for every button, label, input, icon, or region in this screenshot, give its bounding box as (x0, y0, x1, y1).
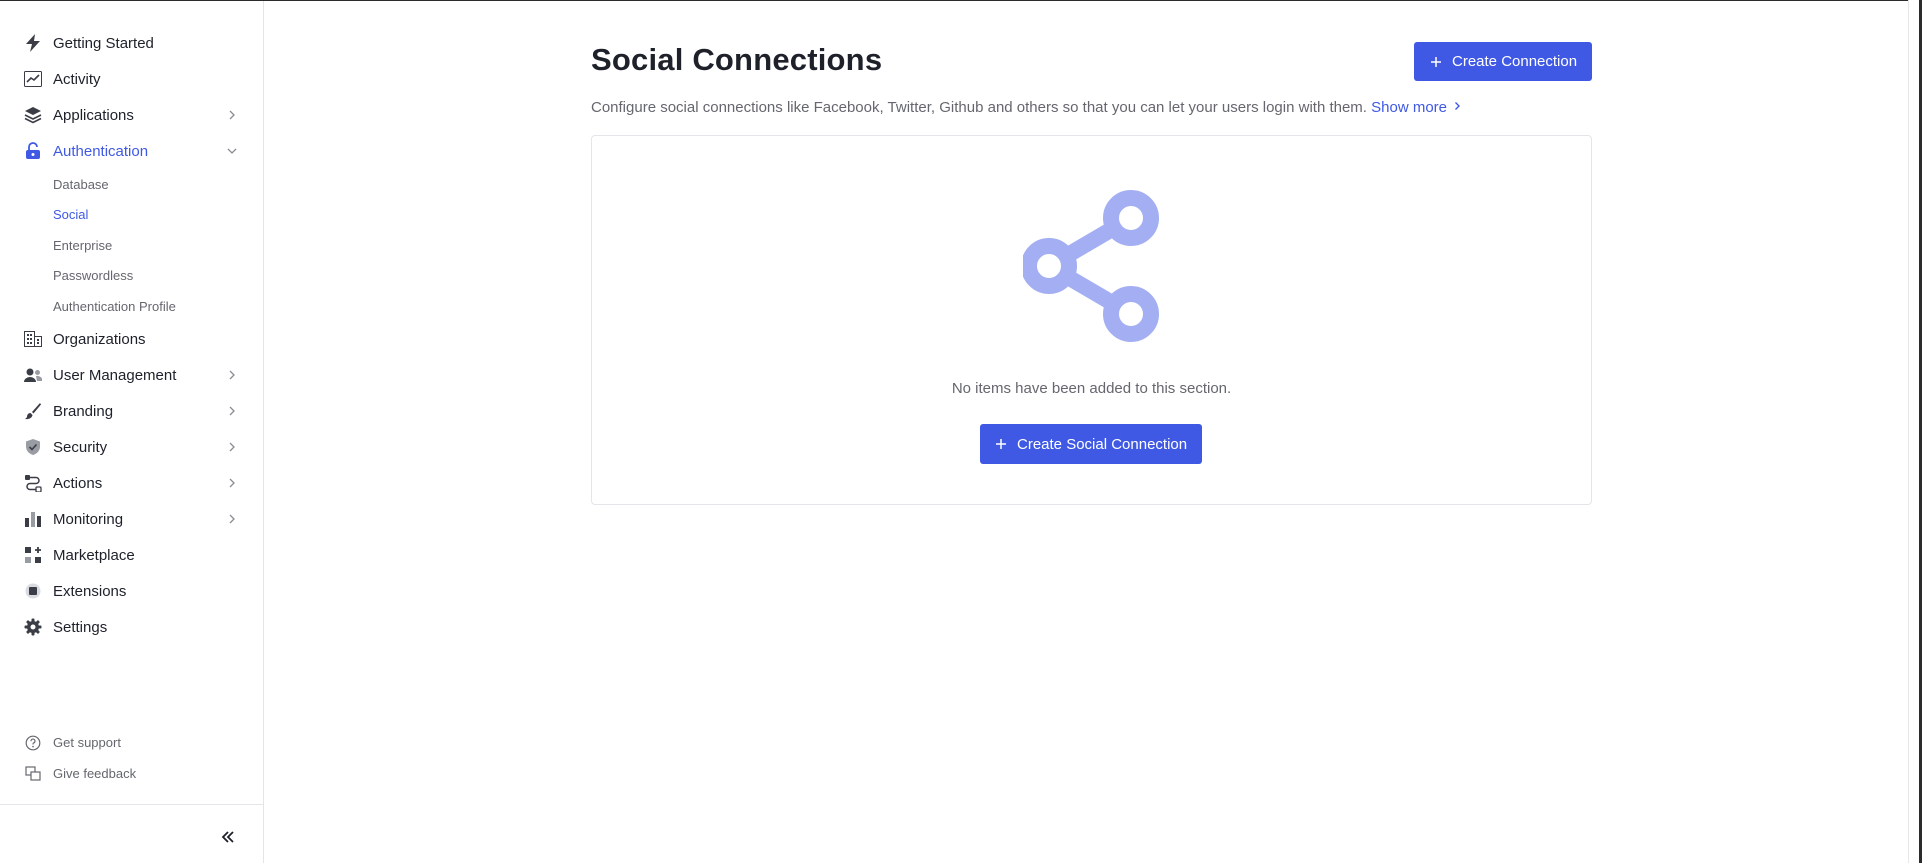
plus-icon (996, 439, 1006, 449)
nav-label: Security (53, 438, 108, 456)
nav-label: Applications (53, 106, 134, 124)
footer-label: Get support (53, 735, 121, 750)
empty-state-message: No items have been added to this section… (951, 380, 1232, 397)
nav-item-security[interactable]: Security (0, 429, 263, 465)
nav-item-applications[interactable]: Applications (0, 97, 263, 133)
window-top-border (0, 0, 1922, 1)
users-icon (24, 366, 42, 384)
nav-item-monitoring[interactable]: Monitoring (0, 501, 263, 537)
chevron-right-icon (1455, 102, 1461, 110)
chevron-right-icon (229, 110, 235, 120)
nav-item-activity[interactable]: Activity (0, 61, 263, 97)
create-connection-label: Create Connection (1452, 53, 1578, 70)
nav-item-branding[interactable]: Branding (0, 393, 263, 429)
building-icon (24, 330, 42, 348)
subnav-item-database[interactable]: Database (53, 177, 109, 192)
nav-item-actions[interactable]: Actions (0, 465, 263, 501)
shield-check-icon (24, 438, 42, 456)
nav-label: Monitoring (53, 510, 124, 528)
subnav-item-authentication-profile[interactable]: Authentication Profile (53, 299, 176, 314)
get-support-link[interactable]: Get support (0, 730, 263, 756)
lock-icon (24, 142, 42, 160)
bar-chart-icon (24, 510, 42, 528)
footer-label: Give feedback (53, 766, 137, 781)
create-social-connection-label: Create Social Connection (1017, 435, 1188, 453)
nav-label: Getting Started (53, 34, 154, 52)
layers-icon (24, 106, 42, 124)
nav-label: Settings (53, 618, 108, 636)
gear-icon (24, 618, 42, 636)
chevron-right-icon (229, 442, 235, 452)
create-social-connection-button[interactable]: Create Social Connection (980, 424, 1202, 464)
chevron-right-icon (229, 514, 235, 524)
plus-icon (1431, 56, 1441, 67)
nav-label: User Management (53, 366, 177, 384)
actions-flow-icon (24, 474, 42, 492)
collapse-sidebar-icon[interactable] (218, 827, 238, 847)
marketplace-grid-icon (24, 546, 42, 564)
subnav-item-enterprise[interactable]: Enterprise (53, 238, 112, 253)
nav-item-marketplace[interactable]: Marketplace (0, 537, 263, 573)
nav-label: Actions (53, 474, 103, 492)
nav-item-settings[interactable]: Settings (0, 609, 263, 645)
chevron-right-icon (229, 406, 235, 416)
nav-label: Organizations (53, 330, 146, 348)
right-edge-pane (1908, 0, 1919, 863)
description-text: Configure social connections like Facebo… (591, 99, 1367, 116)
feedback-icon (25, 766, 41, 781)
share-icon (1023, 190, 1159, 342)
page-title: Social Connections (591, 42, 883, 77)
sidebar-divider (0, 804, 263, 805)
nav-label: Branding (53, 402, 114, 420)
sidebar: Getting Started Activity Applications Au… (0, 1, 264, 863)
nav-item-getting-started[interactable]: Getting Started (0, 25, 263, 61)
nav-label: Authentication (53, 142, 149, 160)
nav-item-user-management[interactable]: User Management (0, 357, 263, 393)
nav-item-extensions[interactable]: Extensions (0, 573, 263, 609)
create-connection-button[interactable]: Create Connection (1414, 42, 1592, 81)
subnav-item-passwordless[interactable]: Passwordless (53, 268, 133, 283)
help-circle-icon (25, 735, 41, 751)
extensions-chip-icon (24, 582, 42, 600)
chevron-right-icon (229, 370, 235, 380)
activity-chart-icon (24, 70, 42, 88)
chevron-down-icon (227, 148, 237, 154)
chevron-right-icon (229, 478, 235, 488)
nav-label: Activity (53, 70, 101, 88)
page-description: Configure social connections like Facebo… (591, 99, 1463, 116)
give-feedback-link[interactable]: Give feedback (0, 761, 263, 787)
bolt-icon (24, 34, 42, 52)
subnav-item-social[interactable]: Social (53, 207, 88, 222)
nav-item-organizations[interactable]: Organizations (0, 321, 263, 357)
nav-label: Marketplace (53, 546, 135, 564)
nav-label: Extensions (53, 582, 127, 600)
show-more-label: Show more (1371, 99, 1448, 116)
show-more-link[interactable]: Show more (1371, 99, 1463, 116)
nav-item-authentication[interactable]: Authentication (0, 133, 263, 169)
brush-icon (24, 402, 42, 420)
